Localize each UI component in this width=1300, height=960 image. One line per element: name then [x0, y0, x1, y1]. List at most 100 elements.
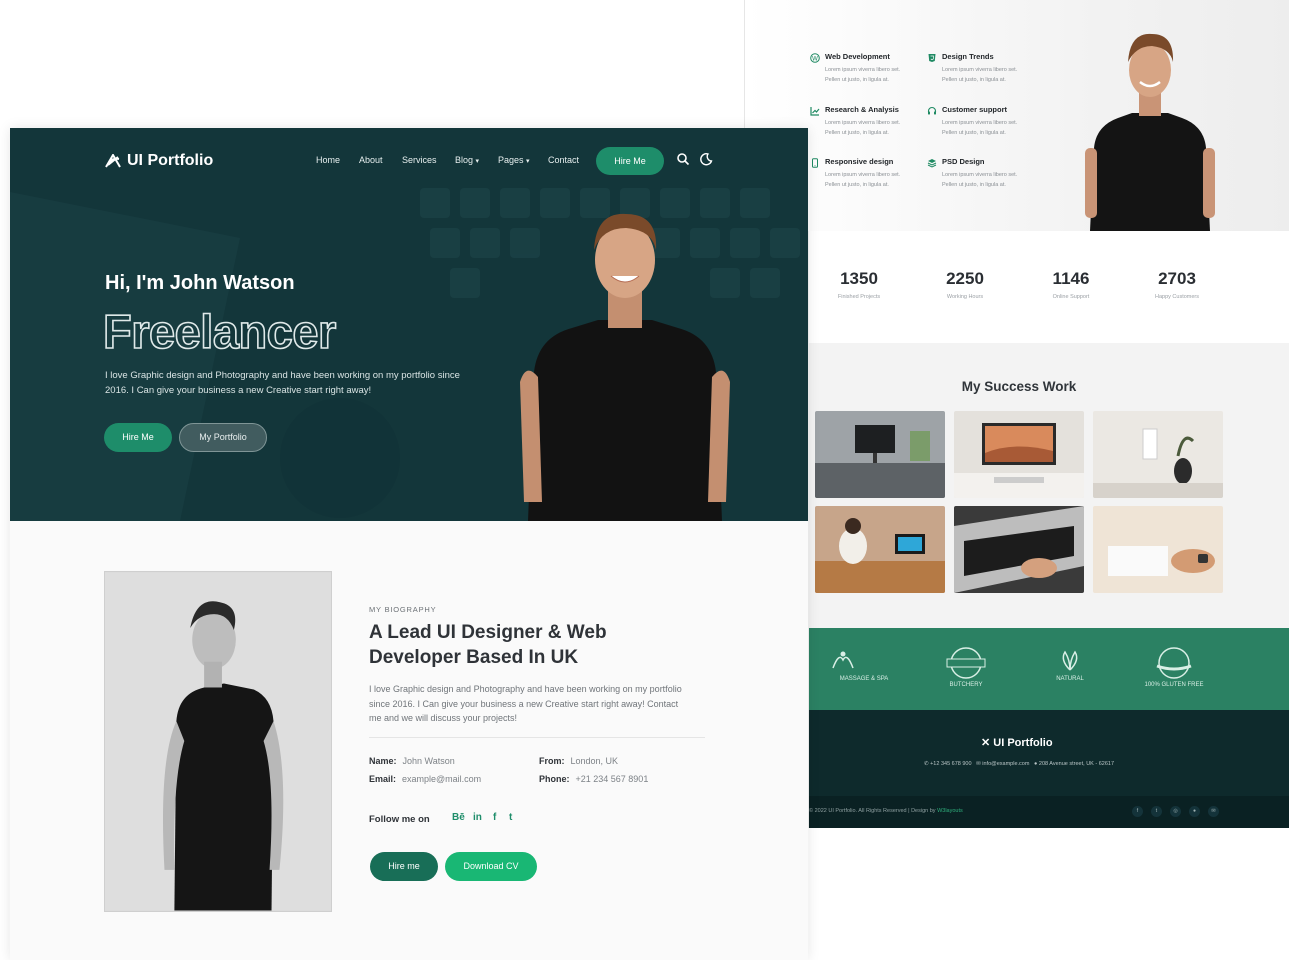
- work-thumbnail[interactable]: [954, 506, 1084, 593]
- download-cv-button[interactable]: Download CV: [445, 852, 537, 881]
- gluten-free-logo-icon: [1156, 647, 1192, 679]
- service-title: Customer support: [942, 105, 1008, 114]
- stat-item: 2250 Working Hours: [920, 269, 1010, 300]
- facebook-icon[interactable]: f: [493, 812, 496, 823]
- service-item: Research & Analysis Lorem ipsum viverra …: [809, 105, 929, 138]
- screenshot-stage: W Web Development Lorem ipsum viverra li…: [0, 0, 1300, 960]
- service-title: Research & Analysis: [825, 105, 899, 114]
- work-thumbnail[interactable]: [815, 506, 945, 593]
- info-email: Email: example@mail.com: [369, 774, 482, 784]
- works-section: My Success Work: [809, 343, 1289, 628]
- nav-services[interactable]: Services: [402, 155, 437, 165]
- search-icon[interactable]: [676, 152, 690, 166]
- nav-hire-me-button[interactable]: Hire Me: [596, 147, 664, 175]
- footer-contact: ✆ +12 345 678 900 ✉ info@example.com ● 2…: [809, 761, 1229, 767]
- info-from: From: London, UK: [539, 756, 619, 766]
- site-logo[interactable]: UI Portfolio: [105, 152, 213, 170]
- service-item: PSD Design Lorem ipsum viverra libero se…: [926, 157, 1046, 190]
- hero-hire-me-button[interactable]: Hire Me: [104, 423, 172, 452]
- phone-icon: ✆: [923, 761, 929, 767]
- divider: [369, 737, 705, 738]
- work-thumbnail[interactable]: [1093, 506, 1223, 593]
- natural-logo-icon: [1062, 650, 1078, 671]
- dark-mode-moon-icon[interactable]: [699, 152, 713, 166]
- biography-heading: A Lead UI Designer & Web Developer Based…: [369, 622, 607, 668]
- follow-me-label: Follow me on: [369, 814, 430, 825]
- footer-email[interactable]: info@example.com: [982, 761, 1029, 767]
- html5-icon: [926, 53, 937, 64]
- works-title: My Success Work: [961, 379, 1077, 394]
- svg-text:W: W: [812, 55, 818, 62]
- footer-address: 208 Avenue street, UK - 62617: [1038, 761, 1115, 767]
- brands-section: MASSAGE & SPA BUTCHERY NATURAL 100% GLUT…: [809, 628, 1289, 710]
- copyright-bar: © 2022 UI Portfolio. All Rights Reserved…: [809, 796, 1289, 828]
- nav-blog[interactable]: Blog ▾: [455, 155, 479, 165]
- brand-name: MASSAGE & SPA: [839, 676, 889, 682]
- work-thumbnail[interactable]: [815, 411, 945, 498]
- dribbble-icon[interactable]: ●: [1189, 806, 1200, 817]
- instagram-icon[interactable]: ◎: [1170, 806, 1181, 817]
- stat-value: 1350: [840, 269, 878, 288]
- service-item: Responsive design Lorem ipsum viverra li…: [809, 157, 929, 190]
- service-item: W Web Development Lorem ipsum viverra li…: [809, 52, 929, 85]
- biography-kicker: MY BIOGRAPHY: [369, 605, 437, 614]
- nav-pages[interactable]: Pages ▾: [498, 155, 530, 165]
- headset-icon: [926, 106, 937, 117]
- mail-icon: ✉: [976, 761, 981, 767]
- nav-home[interactable]: Home: [316, 155, 340, 165]
- service-desc: Lorem ipsum viverra libero set. Pellen ut…: [942, 67, 1018, 83]
- stat-label: Working Hours: [946, 294, 984, 300]
- hero-section: UI Portfolio Home About Services Blog ▾ …: [10, 128, 808, 521]
- stat-item: 2703 Happy Customers: [1132, 269, 1222, 300]
- info-name: Name: John Watson: [369, 756, 455, 766]
- stat-value: 2250: [946, 269, 984, 288]
- hero-profile-photo: [520, 213, 730, 521]
- designer-link[interactable]: W3layouts: [937, 808, 963, 814]
- back-page-preview: W Web Development Lorem ipsum viverra li…: [744, 0, 1289, 828]
- mobile-icon: [809, 158, 820, 169]
- logo-mark-icon: [105, 154, 121, 168]
- hero-intro-text: I love Graphic design and Photography an…: [105, 370, 460, 396]
- brand-logo: BUTCHERY: [931, 646, 1001, 692]
- footer-logo[interactable]: ✕ UI Portfolio: [981, 736, 1053, 749]
- info-phone: Phone: +21 234 567 8901: [539, 774, 649, 784]
- stat-value: 2703: [1158, 269, 1196, 288]
- service-desc: Lorem ipsum viverra libero set. Pellen ut…: [825, 120, 901, 136]
- work-thumbnail[interactable]: [954, 411, 1084, 498]
- facebook-icon[interactable]: f: [1132, 806, 1143, 817]
- map-pin-icon: ●: [1034, 761, 1038, 767]
- behance-icon[interactable]: Bē: [452, 812, 465, 823]
- hero-portfolio-button[interactable]: My Portfolio: [179, 423, 267, 452]
- nav-about[interactable]: About: [359, 155, 383, 165]
- wordpress-icon: W: [809, 53, 820, 64]
- chevron-down-icon: ▾: [475, 158, 480, 165]
- biography-text: I love Graphic design and Photography an…: [369, 684, 682, 723]
- twitter-icon[interactable]: t: [509, 812, 512, 823]
- services-section: W Web Development Lorem ipsum viverra li…: [745, 0, 1289, 231]
- service-desc: Lorem ipsum viverra libero set. Pellen ut…: [825, 67, 901, 83]
- service-title: Design Trends: [942, 52, 994, 61]
- copyright-text: © 2022 UI Portfolio. All Rights Reserved…: [809, 808, 963, 814]
- bio-hire-me-button[interactable]: Hire me: [370, 852, 438, 881]
- work-thumbnail[interactable]: [1093, 411, 1223, 498]
- brand-logo: MASSAGE & SPA: [829, 646, 899, 692]
- logo-mark-icon: ✕: [981, 737, 991, 749]
- footer: ✕ UI Portfolio ✆ +12 345 678 900 ✉ info@…: [809, 710, 1289, 796]
- layers-icon: [926, 158, 937, 169]
- footer-phone[interactable]: +12 345 678 900: [930, 761, 971, 767]
- hero-role-title: Freelancer: [102, 304, 337, 359]
- footer-logo-text: UI Portfolio: [993, 737, 1053, 749]
- service-title: Web Development: [825, 52, 890, 61]
- stat-item: 1350 Finished Projects: [814, 269, 904, 300]
- linkedin-icon[interactable]: in: [473, 812, 482, 823]
- email-social-icon[interactable]: ✉: [1208, 806, 1219, 817]
- logo-text: UI Portfolio: [127, 152, 214, 169]
- twitter-icon[interactable]: t: [1151, 806, 1162, 817]
- service-item: Design Trends Lorem ipsum viverra libero…: [926, 52, 1046, 85]
- service-desc: Lorem ipsum viverra libero set. Pellen ut…: [825, 172, 901, 188]
- nav-contact[interactable]: Contact: [548, 155, 579, 165]
- hero-greeting: Hi, I'm John Watson: [105, 272, 295, 294]
- chevron-down-icon: ▾: [526, 158, 530, 165]
- massage-spa-logo-icon: [832, 651, 854, 669]
- service-item: Customer support Lorem ipsum viverra lib…: [926, 105, 1046, 138]
